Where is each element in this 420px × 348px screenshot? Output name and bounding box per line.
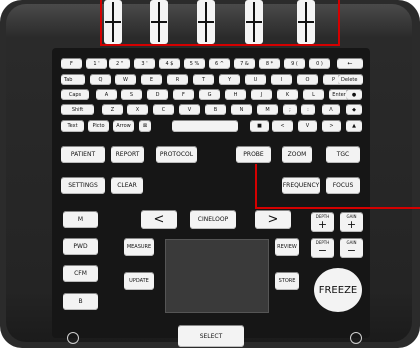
key-e[interactable]: E (141, 74, 162, 85)
key-f[interactable]: F (61, 58, 82, 69)
key-o[interactable]: O (297, 74, 318, 85)
previous-button[interactable]: < (141, 210, 177, 229)
key-m[interactable]: M (257, 104, 278, 115)
minus-icon: − (346, 243, 357, 257)
key-colon[interactable]: : (301, 104, 315, 115)
clear-button[interactable]: CLEAR (111, 177, 143, 194)
review-button[interactable]: REVIEW (275, 238, 299, 256)
key-up[interactable]: Λ (322, 104, 340, 115)
patient-button[interactable]: PATIENT (61, 146, 105, 163)
key-tri-up[interactable]: ▲ (346, 120, 362, 132)
protocol-button[interactable]: PROTOCOL (156, 146, 197, 163)
key-k[interactable]: K (277, 89, 298, 100)
settings-button[interactable]: SETTINGS (61, 177, 105, 194)
key-diamond[interactable]: ◆ (346, 104, 362, 115)
key-v-down[interactable]: V (298, 120, 317, 132)
key-i[interactable]: I (271, 74, 292, 85)
key-j[interactable]: J (251, 89, 272, 100)
key-b[interactable]: B (205, 104, 226, 115)
key-7[interactable]: 7 & (234, 58, 255, 69)
key-f2[interactable]: F (173, 89, 194, 100)
store-button[interactable]: STORE (275, 272, 299, 290)
key-caps[interactable]: Caps (61, 89, 89, 100)
key-n[interactable]: N (231, 104, 252, 115)
update-button[interactable]: UPDATE (124, 272, 154, 290)
ultrasound-console: F1 ' 2 " 3 ' 4 $5 % 6 ^ 7 & 8 * 9 (0 ) ← Tab Q W E R T… (0, 0, 420, 348)
key-text[interactable]: Text (61, 120, 84, 132)
screw-left (67, 332, 79, 344)
measure-button[interactable]: MEASURE (124, 238, 154, 256)
key-u[interactable]: U (245, 74, 266, 85)
key-c[interactable]: C (153, 104, 174, 115)
frequency-button[interactable]: FREQUENCY (282, 177, 320, 194)
key-q[interactable]: Q (90, 74, 111, 85)
key-z[interactable]: Z (102, 104, 123, 115)
key-r[interactable]: R (167, 74, 188, 85)
gain-plus-button[interactable]: GAIN + (340, 212, 363, 232)
key-1[interactable]: 1 ' (86, 58, 107, 69)
key-gt[interactable]: > (322, 120, 341, 132)
screw-right (350, 332, 362, 344)
next-button[interactable]: > (255, 210, 291, 229)
pwd-mode-button[interactable]: PWD (63, 238, 98, 255)
key-l[interactable]: L (303, 89, 324, 100)
key-w[interactable]: W (115, 74, 136, 85)
tgc-button[interactable]: TGC (326, 146, 360, 163)
gain-minus-button[interactable]: GAIN − (340, 238, 363, 258)
key-0[interactable]: 0 ) (309, 58, 330, 69)
plus-icon: + (346, 217, 357, 231)
key-v[interactable]: V (179, 104, 200, 115)
key-6[interactable]: 6 ^ (209, 58, 230, 69)
cfm-mode-button[interactable]: CFM (63, 265, 98, 282)
key-shift[interactable]: Shift (61, 104, 94, 115)
key-space[interactable] (172, 120, 238, 132)
key-9[interactable]: 9 ( (284, 58, 305, 69)
report-button[interactable]: REPORT (111, 146, 144, 163)
minus-icon: − (317, 243, 328, 257)
b-mode-button[interactable]: B (63, 293, 98, 310)
depth-minus-button[interactable]: DEPTH − (311, 238, 334, 258)
key-x-box[interactable]: ⊠ (139, 120, 151, 132)
key-y[interactable]: Y (219, 74, 240, 85)
key-arrow[interactable]: Arrow (113, 120, 134, 132)
key-lt[interactable]: < (272, 120, 293, 132)
key-x[interactable]: X (127, 104, 148, 115)
key-a[interactable]: A (96, 89, 117, 100)
key-t[interactable]: T (193, 74, 214, 85)
select-button[interactable]: SELECT (178, 325, 244, 347)
plus-icon: + (317, 217, 328, 231)
focus-button[interactable]: FOCUS (326, 177, 360, 194)
key-g[interactable]: G (199, 89, 220, 100)
cineloop-button[interactable]: CINELOOP (190, 210, 236, 229)
key-4[interactable]: 4 $ (159, 58, 180, 69)
key-delete[interactable]: Delete (338, 74, 363, 85)
knob-highlight-frame (100, 0, 340, 46)
probe-highlight-line-vertical (255, 164, 257, 209)
key-2[interactable]: 2 " (109, 58, 130, 69)
key-d[interactable]: D (147, 89, 168, 100)
key-picto[interactable]: Picto (88, 120, 109, 132)
probe-highlight-line-horizontal (255, 207, 420, 209)
probe-button[interactable]: PROBE (236, 146, 271, 163)
key-semicolon[interactable]: ; (283, 104, 297, 115)
key-s[interactable]: S (121, 89, 142, 100)
key-3[interactable]: 3 ' (134, 58, 155, 69)
trackpad[interactable] (165, 239, 269, 313)
zoom-button[interactable]: ZOOM (282, 146, 312, 163)
key-tab[interactable]: Tab (61, 74, 85, 85)
key-square[interactable]: ■ (250, 120, 269, 132)
key-8[interactable]: 8 * (259, 58, 280, 69)
key-h[interactable]: H (225, 89, 246, 100)
freeze-button[interactable]: FREEZE (314, 268, 362, 312)
key-5[interactable]: 5 % (184, 58, 205, 69)
key-dot[interactable]: ● (346, 89, 362, 100)
m-mode-button[interactable]: M (63, 211, 98, 228)
depth-plus-button[interactable]: DEPTH + (311, 212, 334, 232)
key-backspace[interactable]: ← (337, 58, 363, 69)
